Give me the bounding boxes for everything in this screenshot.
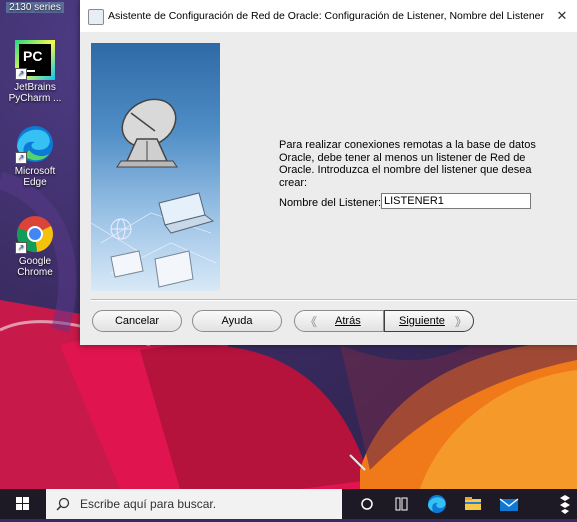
chevron-right-icon: 》: [454, 314, 467, 329]
help-button-label: Ayuda: [221, 315, 253, 327]
pycharm-icon: PC ↗: [15, 40, 55, 80]
edge-icon: ↗: [15, 124, 55, 164]
cortana-icon: [361, 498, 373, 510]
search-icon: [56, 497, 70, 511]
edge-icon: [428, 495, 446, 513]
back-button[interactable]: 《 Atrás: [294, 310, 384, 332]
button-divider: [91, 299, 577, 301]
mail-icon: [499, 498, 519, 511]
satellite-dish-icon: [116, 98, 178, 168]
task-view-button[interactable]: [384, 489, 418, 519]
dialog-title: Asistente de Configuración de Red de Ora…: [108, 10, 545, 22]
taskbar-search-box[interactable]: Escribe aquí para buscar.: [46, 489, 342, 519]
desktop-icon-label: 2130 series: [6, 2, 64, 13]
windows-taskbar: Escribe aquí para buscar.: [0, 489, 577, 519]
file-explorer-button[interactable]: [456, 489, 490, 519]
cortana-button[interactable]: [350, 489, 384, 519]
desktop-icon-2130-series[interactable]: 2130 series: [6, 2, 64, 13]
desktop-icon-label: JetBrains PyCharm ...: [8, 82, 62, 104]
laptop-icon: [158, 192, 215, 234]
desktop-icon-pycharm[interactable]: PC ↗ JetBrains PyCharm ...: [6, 40, 64, 104]
dropbox-icon: [560, 495, 570, 514]
globe-icon: [110, 218, 132, 240]
file-explorer-icon: [465, 497, 481, 510]
desktop-icon-label: Google Chrome: [17, 256, 53, 278]
desktop-icon-label: Microsoft Edge: [14, 166, 56, 188]
oracle-net-config-dialog: Asistente de Configuración de Red de Ora…: [80, 0, 577, 345]
java-app-icon: [88, 9, 104, 25]
navigation-buttons: 《 Atrás Siguiente 》: [294, 310, 476, 332]
back-button-label: Atrás: [335, 315, 361, 327]
help-button[interactable]: Ayuda: [192, 310, 282, 332]
desktop-icon-chrome[interactable]: ↗ Google Chrome: [6, 214, 64, 278]
task-view-icon: [395, 497, 408, 511]
close-button[interactable]: ✕: [547, 0, 577, 32]
listener-name-input[interactable]: [381, 193, 531, 209]
listener-name-label: Nombre del Listener:: [279, 197, 382, 209]
chrome-icon: ↗: [15, 214, 55, 254]
cancel-button-label: Cancelar: [114, 315, 160, 327]
desktop-icon-edge[interactable]: ↗ Microsoft Edge: [6, 124, 64, 188]
dropbox-button[interactable]: [543, 489, 577, 519]
cancel-button[interactable]: Cancelar: [92, 310, 182, 332]
chevron-left-icon: 《: [305, 314, 318, 329]
wizard-illustration: [91, 43, 220, 291]
next-button[interactable]: Siguiente 》: [384, 310, 474, 332]
dialog-titlebar[interactable]: Asistente de Configuración de Red de Ora…: [80, 0, 577, 32]
documents-icon: [110, 250, 194, 288]
windows-start-icon: [16, 497, 29, 510]
next-button-label: Siguiente: [399, 315, 445, 327]
start-button[interactable]: [0, 489, 46, 519]
search-placeholder: Escribe aquí para buscar.: [80, 497, 217, 511]
listener-instructions: Para realizar conexiones remotas a la ba…: [279, 139, 536, 189]
mail-button[interactable]: [492, 489, 526, 519]
edge-taskbar-button[interactable]: [420, 489, 454, 519]
